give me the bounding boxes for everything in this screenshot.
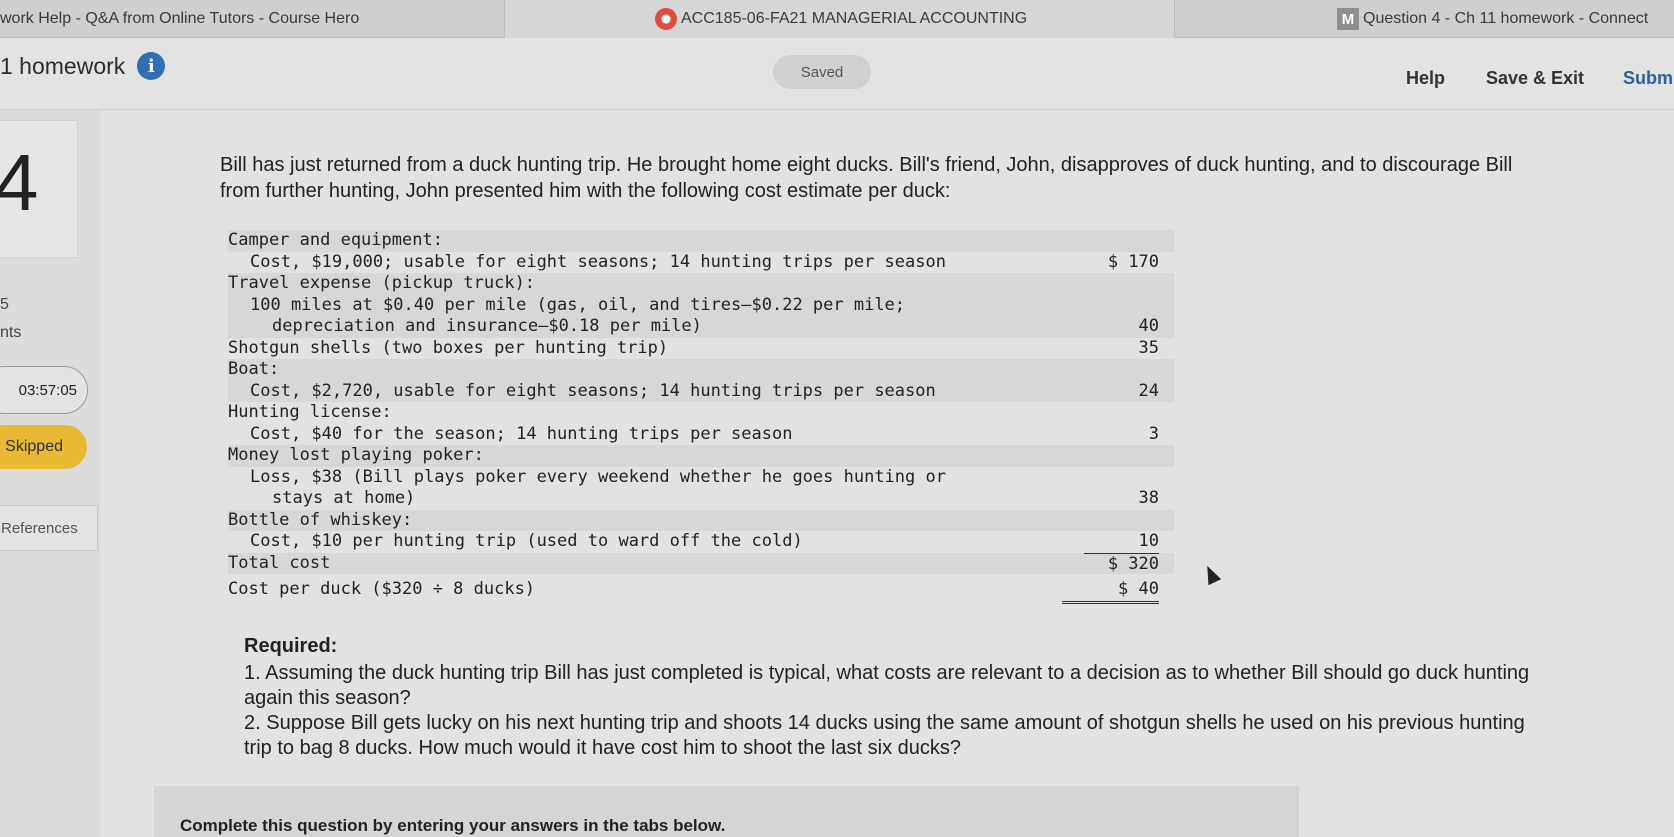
table-row: depreciation and insurance–$0.18 per mil… [228,316,1174,338]
table-row: 100 miles at $0.40 per mile (gas, oil, a… [228,294,1174,316]
help-link[interactable]: Help [1406,68,1445,89]
references-button[interactable]: References [0,505,98,551]
table-row: Hunting license: [228,402,392,422]
browser-tab-managerial-accounting[interactable]: ACC185-06-FA21 MANAGERIAL ACCOUNTING [505,0,1175,38]
table-row: stays at home) 38 [272,488,1159,508]
question-number-card: 4 [0,120,78,258]
required-section: Required: 1. Assuming the duck hunting t… [244,634,1544,761]
question-number: 4 [0,138,39,227]
required-item-1: 1. Assuming the duck hunting trip Bill h… [244,662,1530,709]
browser-tab-label: work Help - Q&A from Online Tutors - Cou… [0,10,360,27]
saved-status-badge: Saved [773,55,871,89]
table-row: Travel expense (pickup truck): [228,273,1174,295]
table-row: Cost, $2,720, usable for eight seasons; … [228,380,1174,402]
browser-tab-label: ACC185-06-FA21 MANAGERIAL ACCOUNTING [681,10,1028,27]
flower-icon [655,8,677,30]
table-row: Money lost playing poker: [228,445,1174,467]
cost-estimate-table: Camper and equipment: Cost, $19,000; usa… [228,230,1174,604]
table-row: Boat: [228,359,1174,381]
submit-link[interactable]: Subm [1623,68,1673,89]
info-icon[interactable]: i [137,52,166,80]
browser-tab-course-hero[interactable]: work Help - Q&A from Online Tutors - Cou… [0,0,505,38]
timer-badge: 03:57:05 [0,366,88,414]
instruction-text: Complete this question by entering your … [180,816,726,835]
table-row: Loss, $38 (Bill plays poker every weeken… [250,466,946,487]
mcgraw-hill-icon: M [1337,8,1359,30]
assignment-title: 1 homework i [0,52,166,80]
table-row: Cost, $40 for the season; 14 hunting tri… [250,423,1159,444]
table-row: Cost, $10 per hunting trip (used to ward… [250,531,1159,551]
table-row: Camper and equipment: [228,230,1174,252]
save-exit-link[interactable]: Save & Exit [1486,68,1584,89]
references-label: References [1,519,78,537]
points-value: 5 [0,296,9,313]
question-panel: Bill has just returned from a duck hunti… [100,110,1674,837]
mouse-cursor-icon [1200,562,1222,586]
answer-tabs-container: Complete this question by entering your … [154,786,1299,837]
question-intro: Bill has just returned from a duck hunti… [220,154,1513,202]
browser-tab-connect[interactable]: M Question 4 - Ch 11 homework - Connect [1175,0,1674,38]
table-row-cost-per-duck: Cost per duck ($320 ÷ 8 ducks) $ 40 [228,579,1174,604]
table-row-total: Total cost $ 320 [228,552,1174,574]
timer-text: 03:57:05 [18,381,77,399]
table-row: Bottle of whiskey: [228,509,1174,531]
browser-tab-label: Question 4 - Ch 11 homework - Connect [1363,10,1649,27]
points-label: nts [0,324,22,341]
app-header: 1 homework i Saved Help Save & Exit Subm [0,38,1674,110]
table-row: Cost, $19,000; usable for eight seasons;… [250,251,1159,272]
required-heading: Required: [244,635,338,657]
table-row: Shotgun shells (two boxes per hunting tr… [228,337,1159,358]
assignment-title-text: 1 homework [0,52,126,79]
browser-tab-bar: work Help - Q&A from Online Tutors - Cou… [0,0,1674,38]
skipped-status-badge: Skipped [0,425,87,469]
required-item-2: 2. Suppose Bill gets lucky on his next h… [244,712,1525,759]
status-text: Skipped [5,438,63,455]
